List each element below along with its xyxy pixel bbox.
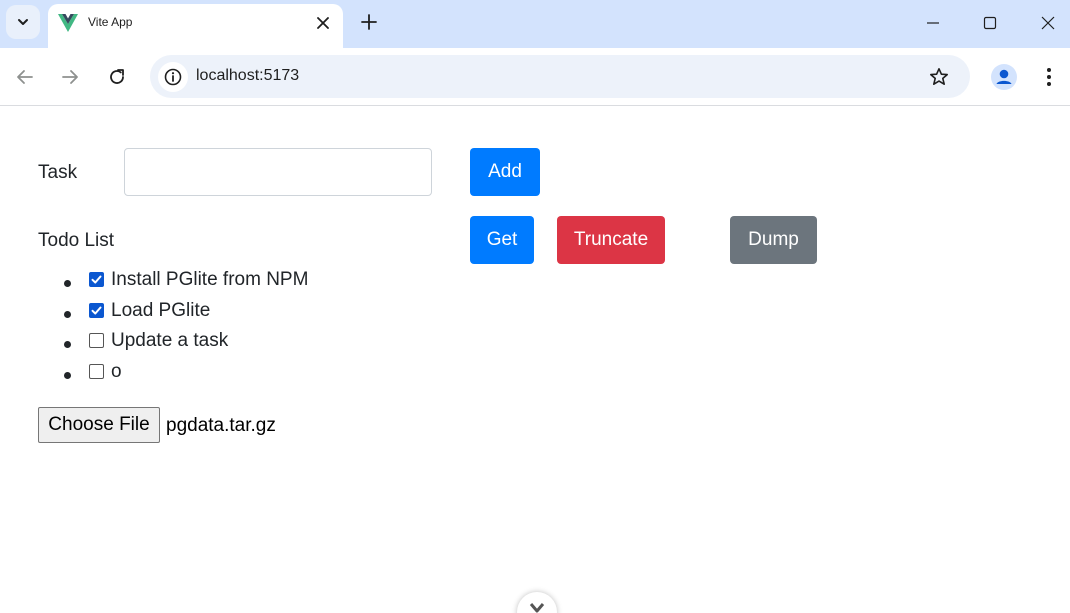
get-button[interactable]: Get xyxy=(470,216,534,264)
reload-icon xyxy=(110,69,124,84)
truncate-button[interactable]: Truncate xyxy=(557,216,665,264)
window-minimize-button[interactable] xyxy=(918,8,948,38)
todo-checkbox[interactable] xyxy=(89,302,104,318)
bullet-icon xyxy=(64,371,71,379)
todo-item-text: Load PGlite xyxy=(111,299,211,321)
window-maximize-button[interactable] xyxy=(975,8,1005,38)
browser-menu-button[interactable] xyxy=(1036,62,1062,92)
url-text[interactable]: localhost:5173 xyxy=(196,67,299,85)
plus-icon xyxy=(361,14,377,30)
task-input[interactable] xyxy=(124,148,432,196)
arrow-right-icon xyxy=(62,70,78,84)
checkmark-icon xyxy=(91,275,102,284)
tab-search-button[interactable] xyxy=(6,5,40,39)
close-icon xyxy=(317,17,329,29)
browser-tab[interactable]: Vite App xyxy=(48,4,343,48)
todo-item-text: Update a task xyxy=(111,330,229,351)
profile-button[interactable] xyxy=(988,61,1020,93)
checkmark-icon xyxy=(91,306,102,314)
window-close-button[interactable] xyxy=(1033,8,1063,38)
person-icon xyxy=(991,64,1017,90)
arrow-left-icon xyxy=(17,70,33,84)
add-button[interactable]: Add xyxy=(470,148,540,196)
star-icon xyxy=(930,68,948,85)
todo-checkbox[interactable] xyxy=(89,363,104,379)
new-tab-button[interactable] xyxy=(355,8,383,36)
vue-logo-icon xyxy=(58,14,78,32)
forward-button[interactable] xyxy=(55,62,85,92)
choose-file-button[interactable]: Choose File xyxy=(38,407,160,443)
minimize-icon xyxy=(927,22,939,24)
todo-checkbox[interactable] xyxy=(89,272,104,287)
tab-title: Vite App xyxy=(88,15,133,29)
todo-item-text: o xyxy=(111,360,122,382)
close-icon xyxy=(1041,16,1055,30)
page-content: Task Add Get Truncate Dump Todo List Ins… xyxy=(0,107,1070,613)
todo-list-title: Todo List xyxy=(38,230,115,251)
dump-button[interactable]: Dump xyxy=(730,216,817,264)
scroll-down-button[interactable] xyxy=(517,592,557,613)
selected-file-name: pgdata.tar.gz xyxy=(166,415,276,436)
tab-bar: Vite App xyxy=(0,0,1070,48)
kebab-menu-icon xyxy=(1047,68,1051,86)
site-info-button[interactable] xyxy=(158,62,188,92)
info-icon xyxy=(164,68,182,86)
back-button[interactable] xyxy=(10,62,40,92)
todo-item-text: Install PGlite from NPM xyxy=(111,269,309,290)
bullet-icon xyxy=(64,310,71,318)
chevron-down-icon xyxy=(18,19,28,25)
tab-close-button[interactable] xyxy=(313,13,333,33)
bullet-icon xyxy=(64,280,71,287)
address-bar[interactable]: localhost:5173 xyxy=(150,55,970,98)
browser-toolbar: localhost:5173 xyxy=(0,48,1070,106)
bookmark-button[interactable] xyxy=(925,63,953,91)
reload-button[interactable] xyxy=(102,62,132,92)
maximize-icon xyxy=(983,16,997,30)
task-label: Task xyxy=(38,162,78,183)
chevron-down-icon xyxy=(529,603,545,613)
todo-checkbox[interactable] xyxy=(89,333,104,348)
bullet-icon xyxy=(64,341,71,348)
